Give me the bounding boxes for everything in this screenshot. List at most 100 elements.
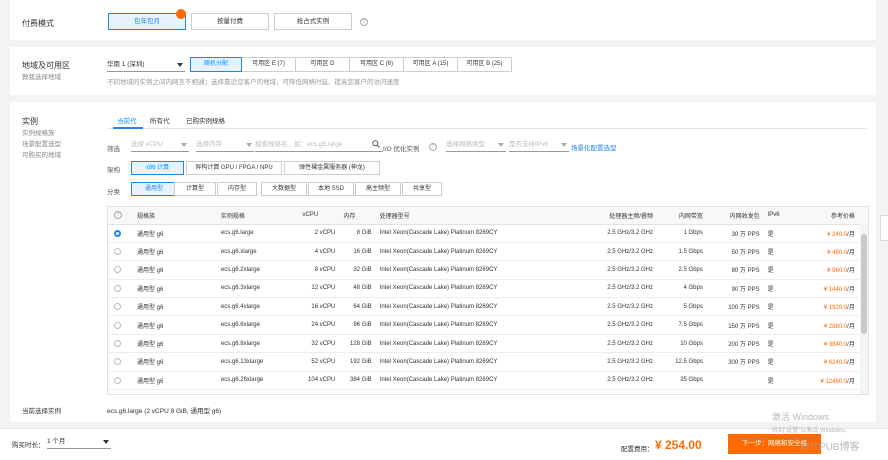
zone-c[interactable]: 可用区 C (6) <box>349 57 404 72</box>
category-local-ssd[interactable]: 本地 SSD <box>308 182 354 196</box>
col-spec[interactable]: 实例规格 <box>216 207 299 225</box>
tab-purchased[interactable]: 已购实例规格 <box>186 115 225 125</box>
sort-icon[interactable] <box>858 207 868 225</box>
col-vcpu[interactable]: vCPU <box>298 207 340 225</box>
zone-e[interactable]: 可用区 E (7) <box>241 57 296 72</box>
region-select[interactable]: 华南 1 (深圳) <box>107 58 185 72</box>
row-radio[interactable] <box>114 358 121 366</box>
cell-radio <box>108 352 133 372</box>
help-icon[interactable]: ? <box>360 18 368 26</box>
category-general[interactable]: 通用型 <box>131 182 177 196</box>
billing-option-subscription[interactable]: 包年包月 <box>108 13 186 30</box>
cell-mem: 96 GiB <box>339 315 376 335</box>
col-bandwidth[interactable]: 内网带宽 <box>656 207 707 225</box>
badge-icon <box>176 9 186 19</box>
cell-pps: 50 万 PPS <box>706 242 764 262</box>
zone-b[interactable]: 可用区 B (25) <box>457 57 512 72</box>
table-header: ? 规格族 实例规格 vCPU 内存 处理器型号 处理器主频/睿频 内网带宽 内… <box>108 207 868 225</box>
row-radio[interactable] <box>114 248 121 256</box>
col-memory[interactable]: 内存 <box>339 207 376 225</box>
billing-option-preemptible[interactable]: 抢占式实例 <box>274 13 352 30</box>
instance-panel: 实例 实例规格族 场景配置选型 可购买的地域 当前代 所有代 已购实例规格 筛选… <box>10 102 876 422</box>
help-link-families[interactable]: 实例规格族 <box>22 128 55 139</box>
col-processor[interactable]: 处理器型号 <box>375 207 574 225</box>
spec-search-input[interactable]: 搜索规格名，如：ecs.g5.large <box>255 138 383 152</box>
col-pps[interactable]: 内网收发包 <box>706 207 764 225</box>
table-row[interactable]: 通用型 g6 ecs.g6.8xlarge 32 vCPU 128 GiB Intel … <box>108 334 868 354</box>
row-radio[interactable] <box>114 321 121 329</box>
arch-baremetal[interactable]: 弹性裸金属服务器 (神龙) <box>284 161 380 175</box>
cell-spec: ecs.g6.8xlarge <box>216 334 299 354</box>
io-label: I/O 优化实例 <box>383 146 420 153</box>
row-radio[interactable] <box>114 266 121 274</box>
row-radio[interactable] <box>114 284 121 292</box>
help-icon[interactable]: ? <box>429 143 437 151</box>
cell-mem: 384 GiB <box>339 371 376 391</box>
table-scrollbar[interactable] <box>860 224 868 394</box>
category-bigdata[interactable]: 大数据型 <box>261 182 307 196</box>
cell-cpu: Intel Xeon(Cascade Lake) Platinum 8269CY <box>375 260 574 280</box>
col-price[interactable]: 参考价格 <box>802 207 859 225</box>
cell-mem: 48 GiB <box>339 279 376 299</box>
table-row[interactable]: 通用型 g6 ecs.g6.3xlarge 12 vCPU 48 GiB Intel X… <box>108 279 868 299</box>
table-row[interactable]: 通用型 g6 ecs.g6.large 2 vCPU 8 GiB Intel Xeon(… <box>108 224 868 243</box>
row-radio[interactable] <box>114 376 121 384</box>
zone-random[interactable]: 随机分配 <box>190 57 242 72</box>
cell-bw: 1 Gbps <box>656 224 707 243</box>
row-radio[interactable] <box>114 229 121 237</box>
table-row[interactable]: 通用型 g6 ecs.g6.2xlarge 8 vCPU 32 GiB Intel Xe… <box>108 260 868 280</box>
cell-vcpu: 104 vCPU <box>298 371 340 391</box>
region-help-link[interactable]: 教我选择地域 <box>22 72 61 83</box>
row-radio[interactable] <box>114 303 121 311</box>
help-link-regions[interactable]: 可购买的地域 <box>22 150 61 161</box>
ipv6-select[interactable]: 是否支持IPv6 <box>509 138 569 152</box>
price-unit: /月 <box>847 305 855 312</box>
table-row[interactable]: 通用型 g6 ecs.g6.4xlarge 16 vCPU 64 GiB Intel X… <box>108 297 868 317</box>
side-feedback-tab[interactable] <box>880 215 888 241</box>
category-shared[interactable]: 共享型 <box>402 182 442 196</box>
zone-d[interactable]: 可用区 D <box>295 57 350 72</box>
cell-cpu: Intel Xeon(Cascade Lake) Platinum 8269CY <box>375 224 574 243</box>
cell-bw: 7.5 Gbps <box>656 315 707 335</box>
table-row[interactable]: 通用型 g6 ecs.g6.13xlarge 52 vCPU 192 GiB Intel… <box>108 352 868 372</box>
scrollbar-thumb[interactable] <box>861 234 867 334</box>
row-radio[interactable] <box>114 340 121 347</box>
search-icon[interactable] <box>372 140 380 148</box>
category-memory[interactable]: 内存型 <box>217 182 257 196</box>
arch-x86[interactable]: x86 计算 <box>131 161 184 175</box>
col-frequency[interactable]: 处理器主频/睿频 <box>573 207 657 225</box>
duration-select[interactable]: 1 个月 <box>47 435 111 449</box>
vcpu-select[interactable]: 选择 vCPU <box>131 138 189 152</box>
cell-mem: 8 GiB <box>339 224 376 243</box>
table-row[interactable]: 通用型 g6 ecs.g6.xlarge 4 vCPU 16 GiB Intel Xeo… <box>108 242 868 262</box>
cell-vcpu: 2 vCPU <box>298 224 340 243</box>
arch-heterogeneous[interactable]: 异构计算 GPU / FPGA / NPU <box>186 161 282 175</box>
cell-freq: 2.5 GHz/3.2 GHz <box>573 260 657 280</box>
cell-pps: 300 万 PPS <box>706 352 764 372</box>
help-icon[interactable]: ? <box>108 207 133 225</box>
table-row[interactable]: 通用型 g6 ecs.g6.6xlarge 24 vCPU 96 GiB Intel X… <box>108 315 868 335</box>
cell-spec: ecs.g6.6xlarge <box>216 315 299 335</box>
chevron-down-icon <box>177 63 183 67</box>
help-link-scenario[interactable]: 场景配置选型 <box>22 139 61 150</box>
billing-option-payg[interactable]: 按量付费 <box>191 13 269 30</box>
network-type-select[interactable]: 选择网络类型 <box>446 138 506 152</box>
zone-a[interactable]: 可用区 A (15) <box>403 57 458 72</box>
category-compute[interactable]: 计算型 <box>174 182 216 196</box>
cell-price: ¥ 12480.0/月 <box>802 371 859 391</box>
price-value: ¥ 2880.0 <box>823 323 848 330</box>
duration-label: 购买时长： <box>12 442 45 449</box>
cell-pps <box>706 371 764 391</box>
memory-select[interactable]: 选择内存 <box>196 138 254 152</box>
cell-freq: 2.5 GHz/3.2 GHz <box>573 315 657 335</box>
scenario-recommend-link[interactable]: 场景化配置选型 <box>571 142 617 152</box>
cell-ipv6: 是 <box>763 242 803 262</box>
col-family[interactable]: 规格族 <box>132 207 217 225</box>
category-high-freq[interactable]: 高主频型 <box>355 182 401 196</box>
table-row[interactable]: 通用型 g6 ecs.g6.26xlarge 104 vCPU 384 GiB Inte… <box>108 371 868 391</box>
tab-all-gen[interactable]: 所有代 <box>150 115 170 125</box>
tab-current-gen[interactable]: 当前代 <box>117 115 137 125</box>
activate-title: 激活 Windows <box>772 412 830 422</box>
price-value: ¥ 12480.0 <box>820 378 848 385</box>
col-ipv6[interactable]: IPv6 <box>763 207 803 225</box>
